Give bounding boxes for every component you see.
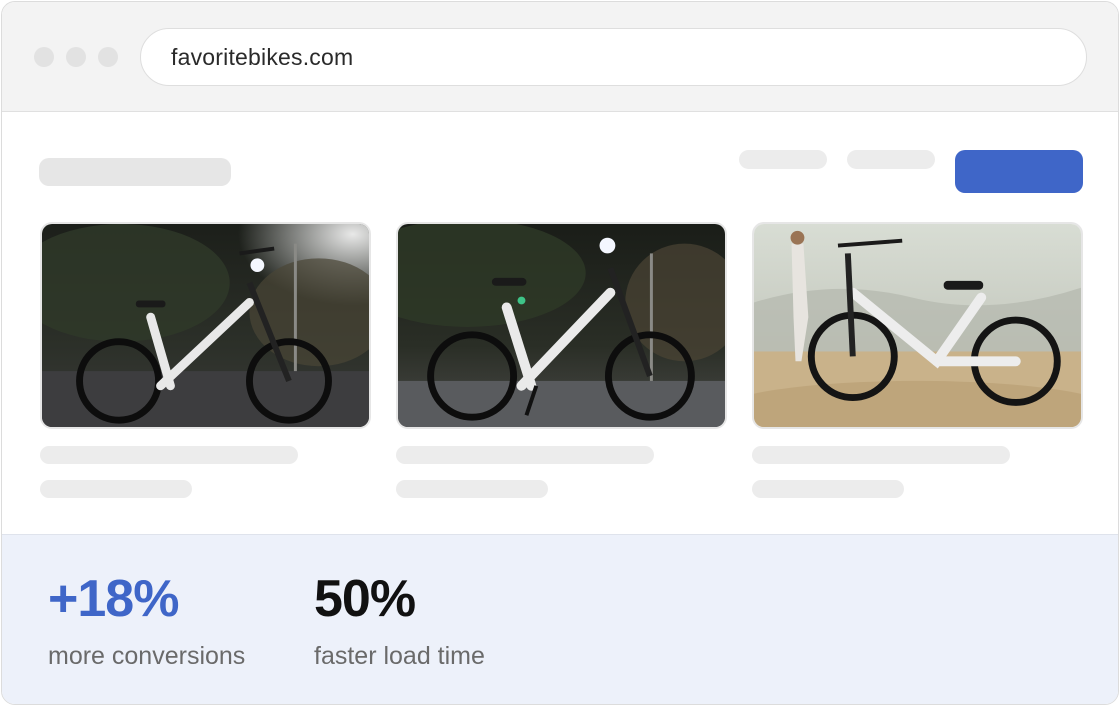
bike-night-kickstand-image xyxy=(398,224,725,427)
address-bar-url: favoritebikes.com xyxy=(171,43,354,70)
product-title-placeholder-2 xyxy=(396,446,654,464)
product-image-2[interactable] xyxy=(396,222,727,429)
product-price-placeholder-1 xyxy=(40,480,192,498)
bike-night-image xyxy=(42,224,369,427)
nav-link-placeholder-1[interactable] xyxy=(739,150,827,169)
bike-hill-image xyxy=(754,224,1081,427)
stat-value: +18% xyxy=(48,570,179,628)
page-content xyxy=(2,113,1118,534)
product-price-placeholder-3 xyxy=(752,480,904,498)
window-minimize-dot[interactable] xyxy=(66,47,86,67)
stats-panel: +18% more conversions 50% faster load ti… xyxy=(2,534,1118,704)
stat-conversions: +18% more conversions xyxy=(48,569,245,671)
stat-load-time: 50% faster load time xyxy=(314,569,485,671)
product-title-placeholder-3 xyxy=(752,446,1010,464)
nav-link-placeholder-2[interactable] xyxy=(847,150,935,169)
product-image-3[interactable] xyxy=(752,222,1083,429)
stat-label: faster load time xyxy=(314,642,485,670)
window-close-dot[interactable] xyxy=(34,47,54,67)
cta-button[interactable] xyxy=(955,150,1083,193)
product-title-placeholder-1 xyxy=(40,446,298,464)
product-image-1[interactable] xyxy=(40,222,371,429)
stat-value: 50% xyxy=(314,570,416,628)
stat-label: more conversions xyxy=(48,642,246,670)
address-bar[interactable]: favoritebikes.com xyxy=(140,28,1087,86)
product-price-placeholder-2 xyxy=(396,480,548,498)
browser-window: favoritebikes.com +18% more conversions … xyxy=(1,1,1119,705)
logo-placeholder xyxy=(39,158,231,186)
browser-titlebar: favoritebikes.com xyxy=(2,2,1118,112)
window-maximize-dot[interactable] xyxy=(98,47,118,67)
